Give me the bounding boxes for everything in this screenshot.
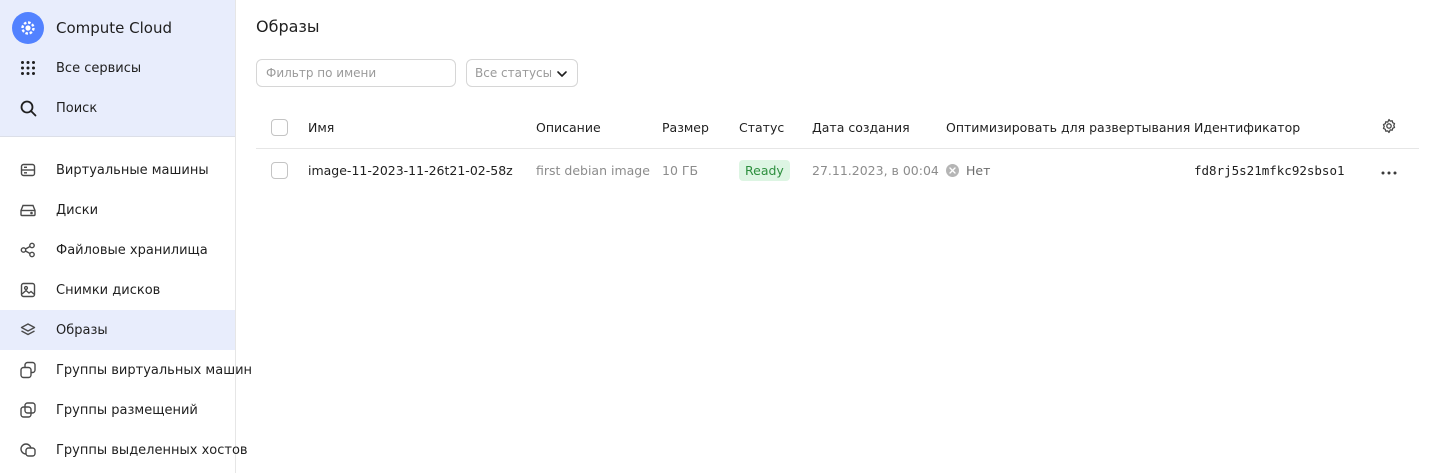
sidebar-item-label: Группы выделенных хостов (56, 442, 248, 458)
vm-group-icon (16, 358, 40, 382)
more-icon (1381, 163, 1397, 178)
placement-icon (16, 398, 40, 422)
name-filter-input[interactable] (256, 59, 456, 87)
image-created-date: 27.11.2023, в 00:04 (812, 162, 939, 178)
sidebar-item-search[interactable]: Поиск (0, 88, 235, 128)
status-cell: Ready (739, 149, 790, 191)
sidebar-item-label: Группы размещений (56, 402, 198, 418)
sidebar-item-vm-groups[interactable]: Группы виртуальных машин (0, 350, 252, 390)
hosts-icon (16, 438, 40, 462)
column-header-id[interactable]: Идентификатор (1194, 106, 1300, 148)
sidebar-item-disks[interactable]: Диски (0, 190, 235, 230)
column-header-description[interactable]: Описание (536, 106, 601, 148)
image-name[interactable]: image-11-2023-11-26t21-02-58z (308, 149, 513, 191)
column-header-size[interactable]: Размер (662, 106, 709, 148)
sidebar-item-label: Все сервисы (56, 60, 142, 76)
main-content: Образы Все статусы Имя Описание Размер С… (256, 0, 1419, 473)
gear-icon (1381, 118, 1397, 137)
search-icon (16, 96, 40, 120)
sidebar-item-dedicated-hosts[interactable]: Группы выделенных хостов (0, 430, 248, 470)
page-title: Образы (256, 17, 320, 36)
sidebar-item-placement-groups[interactable]: Группы размещений (0, 390, 235, 430)
sidebar-item-images[interactable]: Образы (0, 310, 235, 350)
disk-icon (16, 198, 40, 222)
image-icon (16, 278, 40, 302)
status-badge: Ready (739, 159, 790, 181)
image-id: fd8rj5s21mfkc92sbso1 (1194, 162, 1345, 178)
sidebar-item-label: Файловые хранилища (56, 242, 208, 258)
chevron-down-icon (556, 68, 568, 84)
grid-icon (16, 56, 40, 80)
close-circle-icon (946, 163, 959, 177)
status-filter-value: Все статусы (475, 66, 553, 80)
select-all-checkbox[interactable] (271, 118, 288, 136)
status-filter-select[interactable]: Все статусы (466, 59, 578, 87)
sidebar-item-label: Поиск (56, 100, 98, 116)
column-header-created[interactable]: Дата создания (812, 106, 910, 148)
column-header-status[interactable]: Статус (739, 106, 784, 148)
optimize-cell: Нет (946, 149, 990, 191)
select-all-cell (271, 106, 288, 148)
table-row[interactable]: image-11-2023-11-26t21-02-58z first debi… (256, 149, 1419, 191)
column-header-optimize[interactable]: Оптимизировать для развертывания (946, 106, 1190, 148)
image-size: 10 ГБ (662, 162, 699, 178)
sidebar: Compute Cloud Все сервисы Поиск Виртуаль… (0, 0, 252, 473)
image-description: first debian image (536, 162, 650, 178)
sidebar-item-label: Снимки дисков (56, 282, 161, 298)
row-actions-button[interactable] (1380, 149, 1398, 191)
share-icon (16, 238, 40, 262)
sidebar-item-all-services[interactable]: Все сервисы (0, 48, 235, 88)
brand-label: Compute Cloud (56, 19, 173, 37)
sidebar-item-file-storage[interactable]: Файловые хранилища (0, 230, 235, 270)
sidebar-item-label: Группы виртуальных машин (56, 362, 253, 378)
server-icon (16, 158, 40, 182)
layers-icon (16, 318, 40, 342)
sidebar-brand[interactable]: Compute Cloud (0, 8, 235, 48)
sidebar-item-label: Виртуальные машины (56, 162, 209, 178)
sidebar-item-label: Диски (56, 202, 99, 218)
sidebar-item-virtual-machines[interactable]: Виртуальные машины (0, 150, 235, 190)
table-settings-button[interactable] (1381, 106, 1397, 148)
sidebar-item-disk-snapshots[interactable]: Снимки дисков (0, 270, 235, 310)
row-select-cell (271, 149, 288, 191)
row-checkbox[interactable] (271, 161, 288, 179)
column-header-name[interactable]: Имя (308, 106, 334, 148)
optimize-value: Нет (966, 162, 991, 178)
table-header: Имя Описание Размер Статус Дата создания… (256, 106, 1419, 149)
gear-icon (12, 12, 44, 44)
sidebar-item-label: Образы (56, 322, 108, 338)
